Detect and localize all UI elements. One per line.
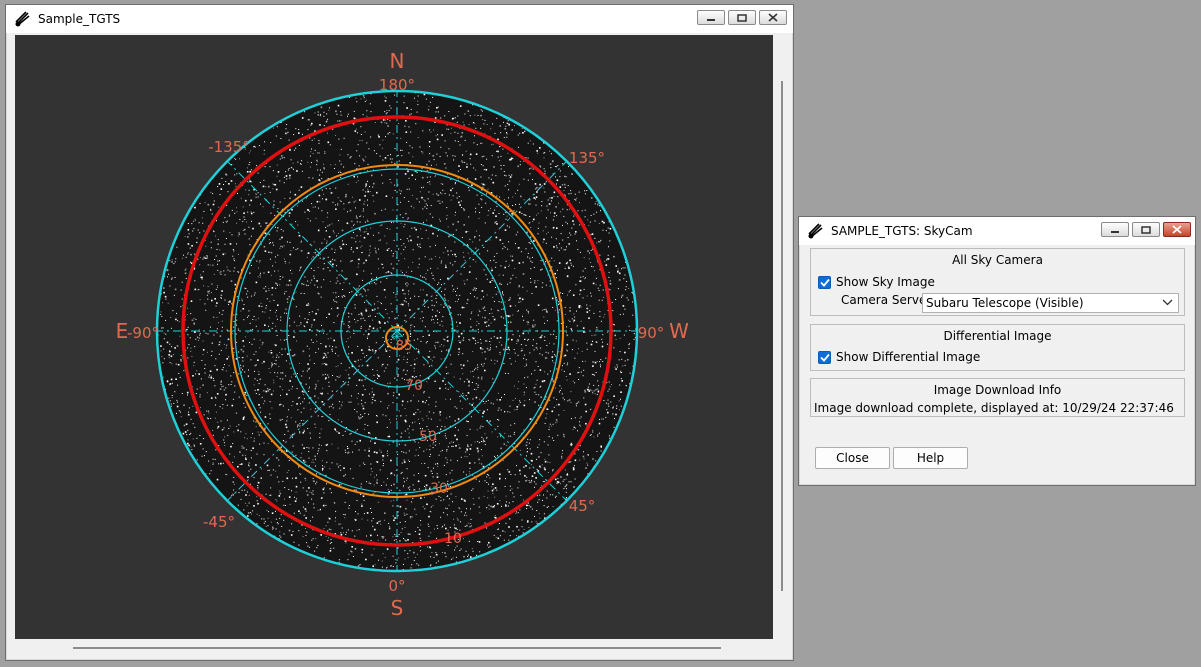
maximize-icon <box>1141 225 1151 234</box>
close-window-button[interactable] <box>759 10 787 25</box>
close-button[interactable]: Close <box>815 447 890 469</box>
minimize-button[interactable] <box>697 10 725 25</box>
minimize-icon <box>1111 230 1119 233</box>
azimuth-label-135: 135° <box>569 149 605 167</box>
sky-map-canvas[interactable]: ✳ N S E W 180° 0° -90° 90° -135° 135° -4… <box>15 35 773 639</box>
main-titlebar[interactable]: Sample_TGTS <box>6 5 793 33</box>
south-label: S <box>391 596 404 620</box>
all-sky-camera-title: All Sky Camera <box>952 253 1043 267</box>
comet-app-icon <box>15 11 30 27</box>
azimuth-label-minus-135: -135° <box>208 138 250 156</box>
download-status-text: Image download complete, displayed at: 1… <box>814 401 1174 415</box>
show-differential-checkbox[interactable] <box>818 350 831 364</box>
azimuth-label-180: 180° <box>379 76 415 94</box>
sky-map-svg: ✳ N S E W 180° 0° -90° 90° -135° 135° -4… <box>116 49 689 620</box>
main-window: Sample_TGTS ✳ N S E W 180° 0° -90° 90° -… <box>5 4 794 661</box>
image-download-info-group: Image Download Info Image download compl… <box>810 378 1185 417</box>
elevation-label-50: 50 <box>419 429 437 445</box>
show-differential-row[interactable]: Show Differential Image <box>818 350 980 364</box>
maximize-icon <box>737 13 747 22</box>
checkmark-icon <box>819 278 830 287</box>
close-icon <box>768 13 778 22</box>
elevation-label-85: 85 <box>396 339 413 354</box>
elevation-label-10: 10 <box>444 531 462 547</box>
skycam-maximize-button[interactable] <box>1132 222 1160 237</box>
north-label: N <box>390 49 405 73</box>
vertical-scroll-thumb[interactable] <box>781 81 783 591</box>
show-differential-label: Show Differential Image <box>836 350 981 364</box>
skycam-titlebar[interactable]: SAMPLE_TGTS: SkyCam <box>799 217 1195 245</box>
azimuth-label-minus-90: -90° <box>127 324 159 342</box>
azimuth-label-0: 0° <box>388 577 405 595</box>
image-download-info-title: Image Download Info <box>933 383 1062 397</box>
show-sky-image-row[interactable]: Show Sky Image <box>818 275 935 289</box>
camera-server-select[interactable]: Subaru Telescope (Visible) <box>922 293 1179 313</box>
horizontal-scrollbar[interactable] <box>15 639 773 657</box>
show-sky-image-checkbox[interactable] <box>818 275 831 289</box>
help-button[interactable]: Help <box>893 447 968 469</box>
chevron-down-icon <box>1162 299 1173 306</box>
horizontal-scroll-thumb[interactable] <box>73 647 721 649</box>
differential-image-title: Differential Image <box>943 329 1052 343</box>
close-icon <box>1172 225 1182 234</box>
minimize-icon <box>707 18 715 21</box>
checkmark-icon <box>819 353 830 362</box>
differential-image-group: Differential Image Show Differential Ima… <box>810 324 1185 371</box>
skycam-close-window-button[interactable] <box>1163 222 1191 237</box>
azimuth-label-minus-45: -45° <box>203 513 235 531</box>
skycam-window-title: SAMPLE_TGTS: SkyCam <box>831 224 973 238</box>
camera-server-label: Camera Server: <box>841 293 936 307</box>
west-label: W <box>669 319 689 343</box>
camera-server-value: Subaru Telescope (Visible) <box>926 296 1084 310</box>
main-window-title: Sample_TGTS <box>38 12 121 26</box>
elevation-label-70: 70 <box>405 378 423 394</box>
vertical-scrollbar[interactable] <box>773 35 791 639</box>
maximize-button[interactable] <box>728 10 756 25</box>
skycam-window: SAMPLE_TGTS: SkyCam All Sky Camera Show … <box>798 216 1196 486</box>
comet-app-icon <box>808 223 823 239</box>
show-sky-image-label: Show Sky Image <box>836 275 935 289</box>
alt-az-grid: ✳ <box>157 91 637 571</box>
azimuth-label-45: 45° <box>569 497 596 515</box>
elevation-label-30: 30 <box>430 481 448 497</box>
azimuth-label-90: 90° <box>638 324 665 342</box>
all-sky-camera-group: All Sky Camera Show Sky Image Camera Ser… <box>810 248 1185 316</box>
skycam-minimize-button[interactable] <box>1101 222 1129 237</box>
